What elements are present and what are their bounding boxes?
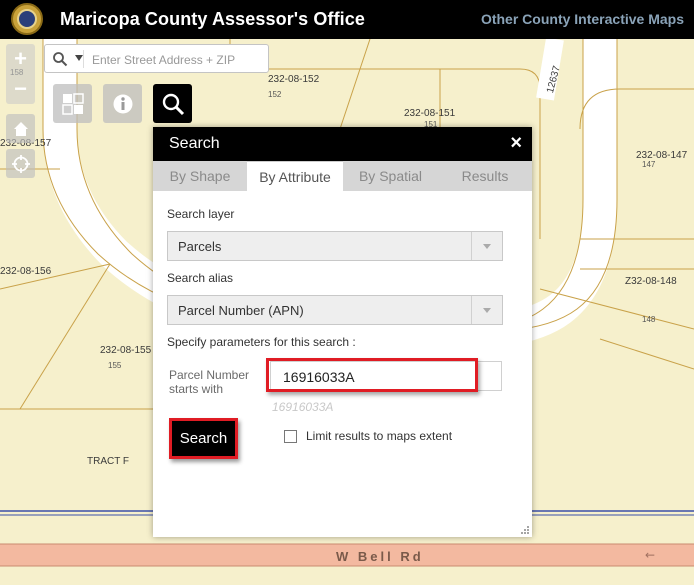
- search-panel: Search × By Shape By Attribute By Spatia…: [153, 127, 532, 537]
- search-panel-title: Search: [169, 135, 220, 152]
- info-button[interactable]: [103, 84, 142, 123]
- parcel-number-input[interactable]: [274, 362, 479, 392]
- info-icon: [113, 94, 132, 113]
- parcel-number: 152: [268, 90, 282, 99]
- basemap-gallery-button[interactable]: [53, 84, 92, 123]
- search-alias-select[interactable]: Parcel Number (APN): [167, 295, 503, 325]
- search-layer-value: Parcels: [178, 238, 222, 254]
- parcel-label: 232-08-156: [0, 266, 52, 277]
- tract-label: TRACT F: [87, 456, 130, 467]
- close-icon[interactable]: ×: [510, 133, 522, 153]
- home-button[interactable]: [6, 114, 35, 143]
- app-header: Maricopa County Assessor's Office Other …: [0, 0, 694, 39]
- svg-text:←: ←: [645, 548, 655, 562]
- limit-extent-option[interactable]: Limit results to maps extent: [284, 429, 452, 443]
- parcel-label: 232-08-152: [268, 74, 320, 85]
- search-layer-label: Search layer: [167, 207, 235, 221]
- tab-results[interactable]: Results: [438, 161, 532, 191]
- search-layer-select[interactable]: Parcels: [167, 231, 503, 261]
- crosshair-icon: [11, 154, 30, 173]
- params-label: Specify parameters for this search :: [167, 335, 356, 349]
- search-panel-header[interactable]: Search ×: [153, 127, 532, 161]
- resize-handle-icon[interactable]: [520, 525, 530, 535]
- zoom-in-button[interactable]: +: [6, 44, 35, 73]
- locate-button[interactable]: [6, 149, 35, 178]
- address-search-input[interactable]: [90, 48, 264, 71]
- parcel-number-label: Parcel Number starts with: [169, 368, 250, 396]
- tab-by-shape[interactable]: By Shape: [153, 161, 247, 191]
- zoom-control: + −: [6, 44, 35, 104]
- search-tabs: By Shape By Attribute By Spatial Results: [153, 161, 532, 191]
- road-label: W Bell Rd: [336, 549, 424, 564]
- search-tool-button[interactable]: [153, 84, 192, 123]
- parcel-number: 148: [642, 315, 656, 324]
- chevron-down-icon[interactable]: [471, 296, 502, 324]
- address-search-box: [44, 44, 269, 73]
- limit-extent-label: Limit results to maps extent: [306, 429, 453, 443]
- zoom-out-button[interactable]: −: [6, 74, 35, 103]
- parcel-number-field-wrap: [270, 361, 502, 392]
- tab-by-attribute[interactable]: By Attribute: [247, 161, 343, 191]
- search-alias-label: Search alias: [167, 271, 234, 285]
- tab-by-spatial[interactable]: By Spatial: [343, 161, 438, 191]
- search-alias-value: Parcel Number (APN): [178, 302, 304, 318]
- home-icon: [13, 121, 28, 136]
- app-title: Maricopa County Assessor's Office: [60, 9, 366, 29]
- search-icon[interactable]: [52, 51, 68, 67]
- chevron-down-icon[interactable]: [471, 232, 502, 260]
- parcel-label: Z32-08-148: [625, 276, 677, 287]
- grid-icon: [61, 92, 84, 115]
- parcel-number: 155: [108, 361, 122, 370]
- search-source-dropdown-icon[interactable]: [75, 55, 83, 61]
- parcel-number-hint: 16916033A: [272, 400, 334, 414]
- parcel-label: 232-08-155: [100, 345, 152, 356]
- parcel-label: 232-08-151: [404, 108, 456, 119]
- county-seal-logo[interactable]: [11, 3, 43, 35]
- limit-extent-checkbox[interactable]: [284, 429, 297, 443]
- search-submit-button[interactable]: Search: [169, 418, 238, 459]
- search-icon: [162, 93, 184, 115]
- parcel-number: 147: [642, 160, 656, 169]
- other-maps-link[interactable]: Other County Interactive Maps: [481, 11, 684, 27]
